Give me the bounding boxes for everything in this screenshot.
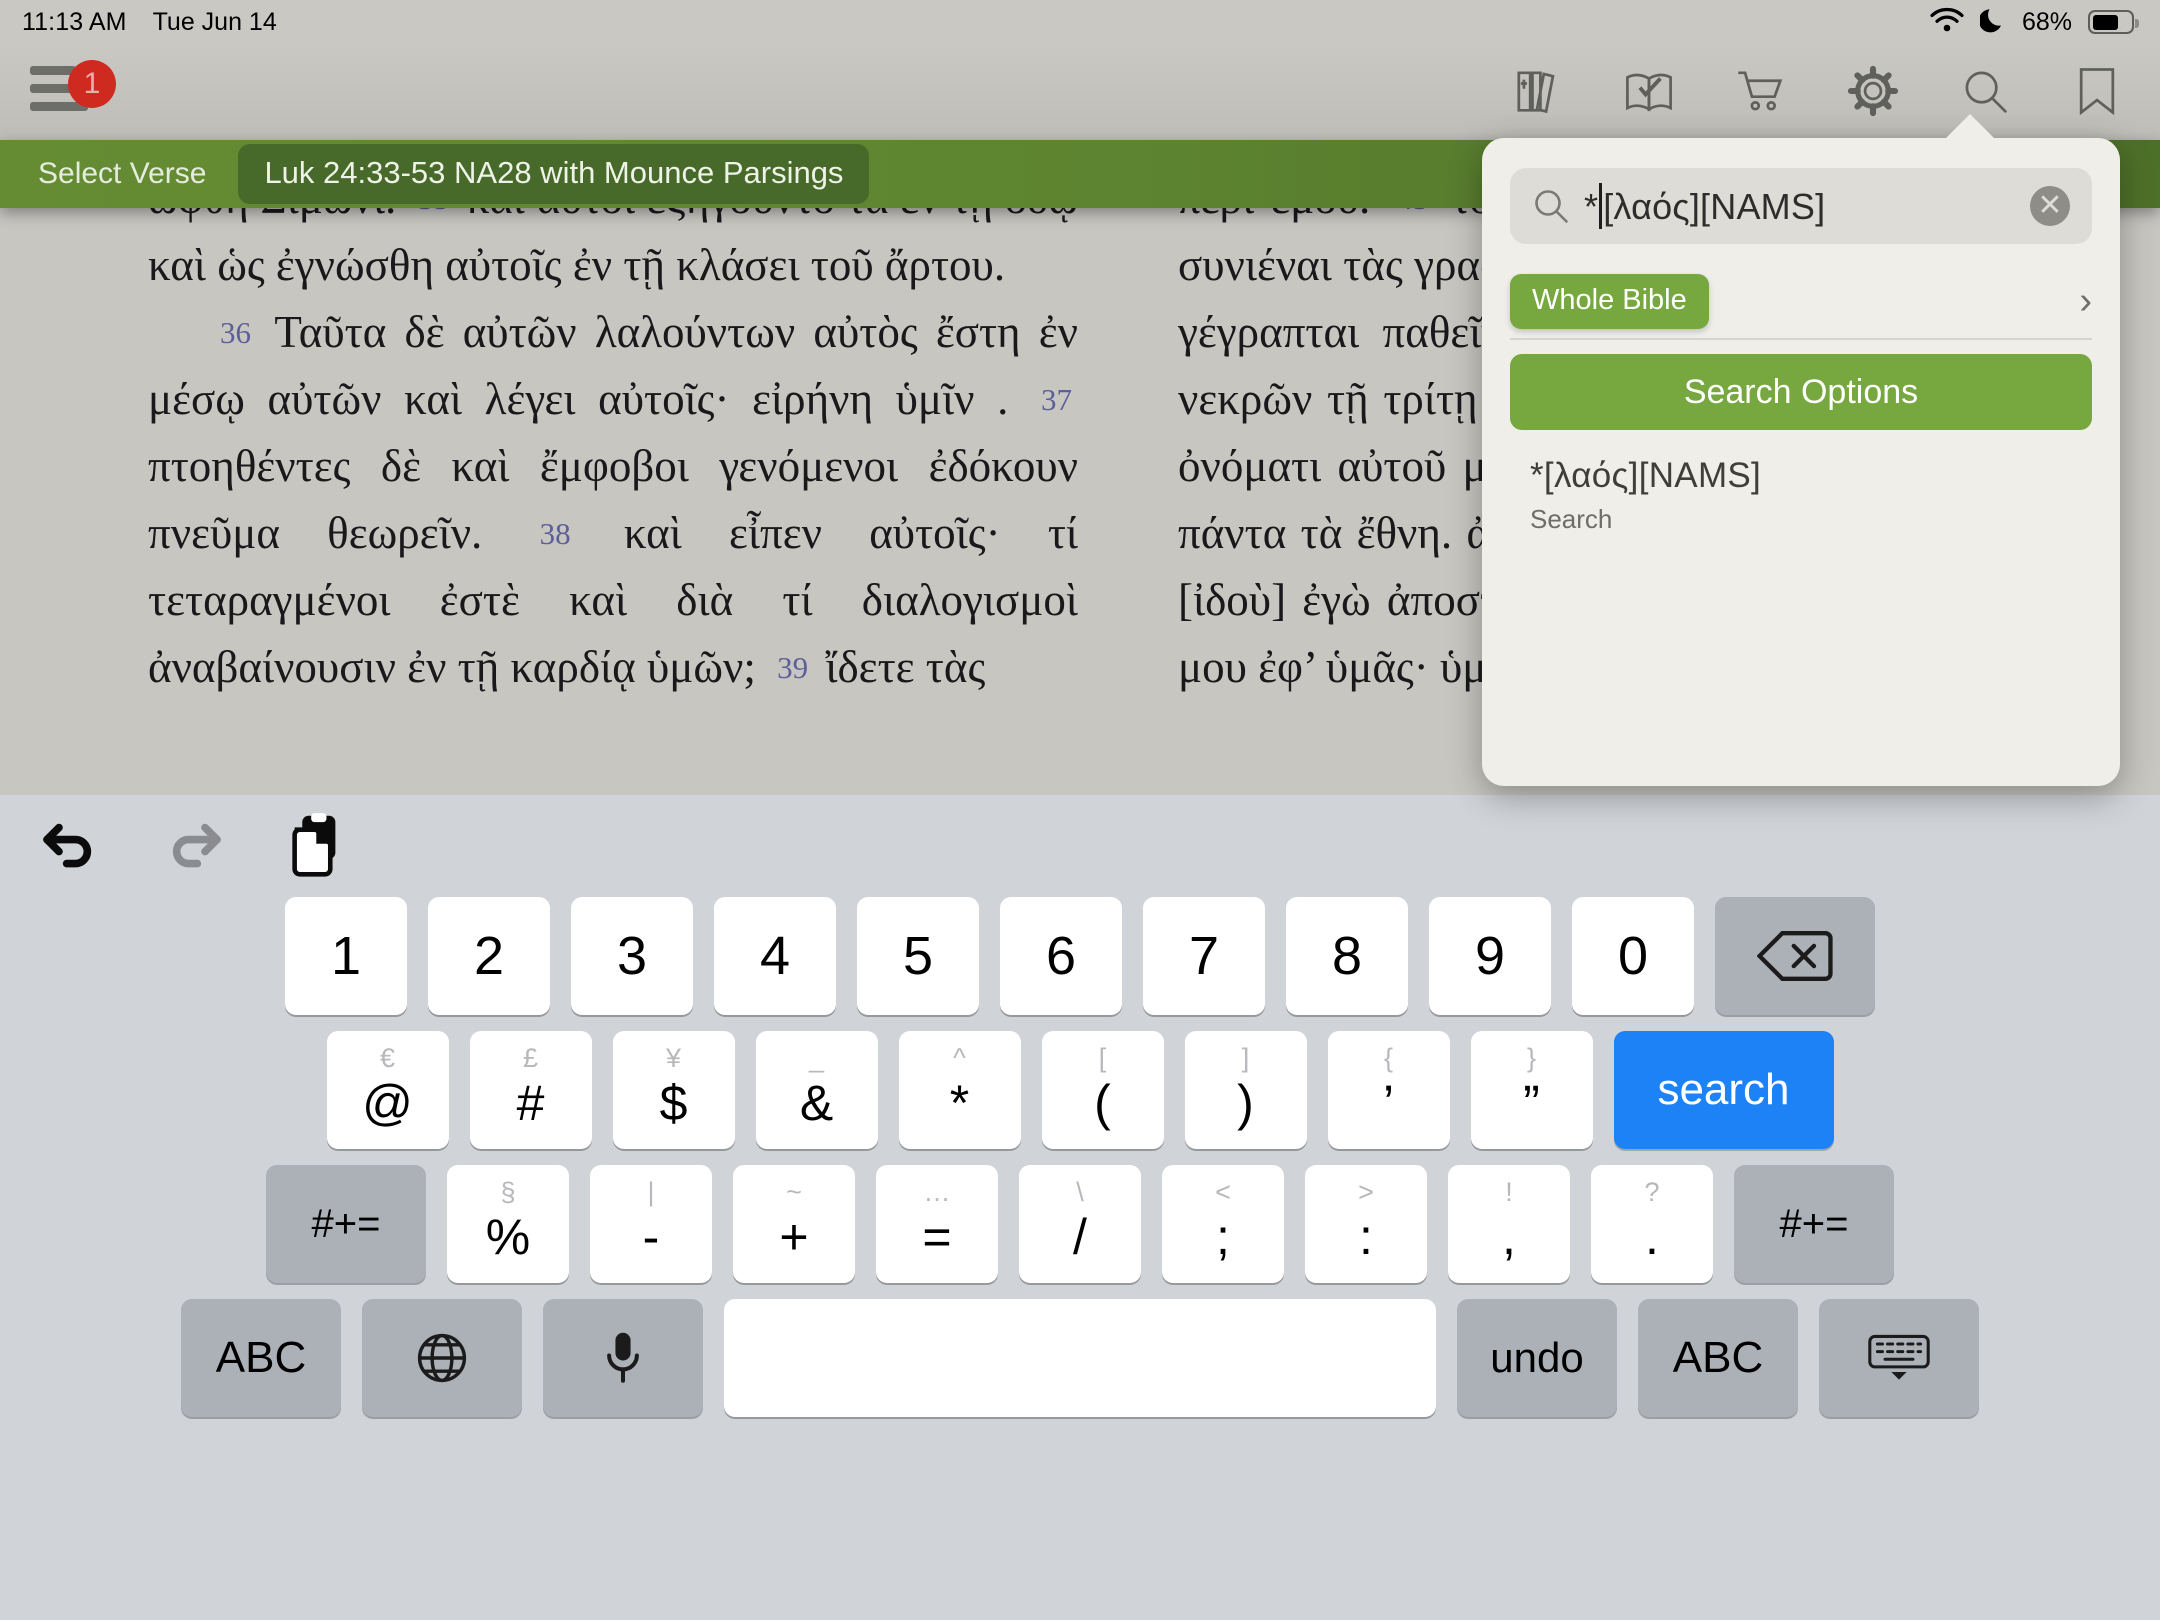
search-icon[interactable] — [1956, 62, 2014, 120]
key-3[interactable]: 3 — [571, 897, 693, 1015]
onscreen-keyboard: 1 2 3 4 5 6 7 8 9 0 € @ £ # ¥ $ _ & ^ * [( ])… — [0, 795, 2160, 1620]
bookmark-icon[interactable] — [2068, 62, 2126, 120]
search-key[interactable]: search — [1613, 1031, 1834, 1149]
key-hash[interactable]: £ # — [469, 1031, 592, 1149]
backspace-icon[interactable] — [1715, 897, 1875, 1015]
search-input-text: * [λαός][NAMS] — [1584, 183, 1825, 229]
redo-icon — [156, 813, 230, 877]
verse-text[interactable]: ἴδετε τὰς — [825, 642, 985, 692]
select-verse-button[interactable]: Select Verse — [22, 157, 222, 191]
key-6[interactable]: 6 — [1000, 897, 1122, 1015]
search-popover: * [λαός][NAMS] ✕ Whole Bible › Search Opt… — [1482, 114, 2120, 786]
date-label: Tue Jun 14 — [152, 7, 277, 36]
key-ampersand[interactable]: _ & — [755, 1031, 878, 1149]
verse-text[interactable]: Ταῦτα δὲ αὐτῶν λαλούντων αὐτὸς ἔστη ἐν μ… — [148, 307, 1078, 424]
tablet-screen: 11:13 AM Tue Jun 14 68% 1 καὶ ὡς ἐγνώσθη… — [0, 0, 2160, 1620]
keyboard-toolbar — [0, 795, 2160, 895]
search-options-button[interactable]: Search Options — [1510, 354, 2092, 430]
popover-arrow — [1944, 114, 1996, 140]
key-8[interactable]: 8 — [1286, 897, 1408, 1015]
paste-icon[interactable] — [278, 813, 352, 877]
key-apostrophe[interactable]: {’ — [1327, 1031, 1450, 1149]
key-4[interactable]: 4 — [714, 897, 836, 1015]
search-icon — [1532, 187, 1570, 225]
microphone-icon[interactable] — [543, 1299, 703, 1417]
key-2[interactable]: 2 — [428, 897, 550, 1015]
globe-icon[interactable] — [362, 1299, 522, 1417]
keyboard-row-three: #+= §% | - ~ + … = \ / <; >: !, ?. #+= — [0, 1165, 2160, 1283]
toolbar-icons — [1508, 62, 2126, 120]
passage-reference-chip[interactable]: Luk 24:33-53 NA28 with Mounce Parsings — [238, 144, 870, 204]
chevron-right-icon[interactable]: › — [2079, 282, 2092, 320]
key-9[interactable]: 9 — [1429, 897, 1551, 1015]
wifi-icon — [1930, 7, 1964, 38]
library-icon[interactable] — [1508, 62, 1566, 120]
key-period[interactable]: ?. — [1591, 1165, 1713, 1283]
key-at[interactable]: € @ — [326, 1031, 449, 1149]
verse-number[interactable]: 36 — [210, 315, 257, 350]
clock: 11:13 AM — [22, 7, 127, 36]
keyboard-row-numbers: 1 2 3 4 5 6 7 8 9 0 — [0, 897, 2160, 1015]
status-bar: 11:13 AM Tue Jun 14 68% — [0, 0, 2160, 44]
undo-icon[interactable] — [34, 813, 108, 877]
verse-number[interactable]: 39 — [767, 650, 814, 685]
app-toolbar: 1 — [0, 44, 2160, 140]
keyboard-row-bottom: ABC undo ABC — [0, 1299, 2160, 1417]
menu-button[interactable]: 1 — [30, 60, 116, 118]
search-scope-row[interactable]: Whole Bible › — [1510, 270, 2092, 332]
key-symbols-left[interactable]: #+= — [266, 1165, 426, 1283]
key-comma[interactable]: !, — [1448, 1165, 1570, 1283]
key-minus[interactable]: | - — [590, 1165, 712, 1283]
query-after-caret: [λαός][NAMS] — [1603, 186, 1826, 227]
key-symbols-right[interactable]: #+= — [1734, 1165, 1894, 1283]
battery-percent: 68% — [2021, 7, 2072, 36]
key-left-paren[interactable]: [( — [1041, 1031, 1164, 1149]
key-semicolon[interactable]: <; — [1162, 1165, 1284, 1283]
key-right-paren[interactable]: ]) — [1184, 1031, 1307, 1149]
gear-icon[interactable] — [1844, 62, 1902, 120]
clear-icon[interactable]: ✕ — [2030, 186, 2070, 226]
key-quote[interactable]: }” — [1470, 1031, 1593, 1149]
key-equals[interactable]: … = — [876, 1165, 998, 1283]
key-abc-right[interactable]: ABC — [1638, 1299, 1798, 1417]
search-suggestion-item[interactable]: *[λαός][NAMS] Search — [1510, 456, 2092, 535]
suggestion-subtitle: Search — [1530, 504, 1613, 534]
key-0[interactable]: 0 — [1572, 897, 1694, 1015]
status-bar-left: 11:13 AM Tue Jun 14 — [0, 8, 277, 37]
search-input[interactable]: * [λαός][NAMS] ✕ — [1510, 168, 2092, 244]
spacebar[interactable] — [724, 1299, 1436, 1417]
verse-number[interactable]: 37 — [1031, 382, 1078, 417]
search-scope-chip[interactable]: Whole Bible — [1510, 273, 1709, 329]
key-asterisk[interactable]: ^ * — [898, 1031, 1021, 1149]
status-bar-right: 68% — [1930, 6, 2160, 39]
open-book-check-icon[interactable] — [1620, 62, 1678, 120]
key-abc-left[interactable]: ABC — [181, 1299, 341, 1417]
key-percent[interactable]: §% — [447, 1165, 569, 1283]
key-undo[interactable]: undo — [1457, 1299, 1617, 1417]
menu-badge: 1 — [68, 60, 116, 108]
key-1[interactable]: 1 — [285, 897, 407, 1015]
key-7[interactable]: 7 — [1143, 897, 1265, 1015]
key-plus[interactable]: ~ + — [733, 1165, 855, 1283]
text-caret — [1599, 183, 1603, 229]
query-before-caret: * — [1584, 186, 1599, 227]
verse-number[interactable]: 38 — [530, 516, 577, 551]
suggestion-title: *[λαός][NAMS] — [1530, 456, 1762, 495]
key-dollar[interactable]: ¥ $ — [612, 1031, 735, 1149]
moon-icon — [1978, 6, 2006, 39]
keyboard-row-symbols: € @ £ # ¥ $ _ & ^ * [( ]) {’ }” search — [0, 1031, 2160, 1149]
key-colon[interactable]: >: — [1305, 1165, 1427, 1283]
popover-divider — [1510, 338, 2092, 340]
bible-column-left: 34 λέγοντας ὅτι ὄντως ἠγέρθη ὁ κύριος κα… — [108, 140, 1118, 701]
key-slash[interactable]: \ / — [1019, 1165, 1141, 1283]
battery-icon — [2088, 10, 2139, 34]
cart-icon[interactable] — [1732, 62, 1790, 120]
key-5[interactable]: 5 — [857, 897, 979, 1015]
hide-keyboard-icon[interactable] — [1819, 1299, 1979, 1417]
